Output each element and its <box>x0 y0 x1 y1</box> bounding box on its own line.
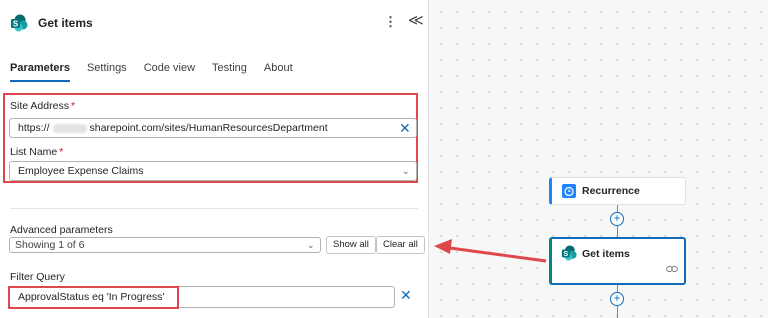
clock-icon <box>562 184 576 198</box>
list-name-label: List Name * <box>10 146 63 158</box>
panel-header: S Get items <box>10 12 93 34</box>
section-divider <box>10 208 418 209</box>
flow-designer-canvas[interactable]: Recurrence + S Get items + <box>429 0 768 318</box>
chevron-down-icon: ⌄ <box>402 166 410 176</box>
svg-text:S: S <box>13 20 19 29</box>
site-address-value-prefix: https:// <box>18 122 50 134</box>
tab-settings[interactable]: Settings <box>87 62 127 82</box>
recurrence-title: Recurrence <box>582 185 640 197</box>
list-name-value: Employee Expense Claims <box>18 165 144 177</box>
tab-bar: Parameters Settings Code view Testing Ab… <box>10 62 310 82</box>
redacted-tenant <box>52 123 87 133</box>
link-icon <box>666 260 678 278</box>
more-options-icon[interactable]: ⋮ <box>384 15 397 29</box>
advanced-parameters-label: Advanced parameters <box>10 224 113 236</box>
clear-site-address-icon[interactable]: ✕ <box>399 121 411 135</box>
action-config-panel: S Get items ⋮ ≪ Parameters Settings Code… <box>0 0 429 318</box>
tab-parameters[interactable]: Parameters <box>10 62 70 82</box>
site-address-label-text: Site Address <box>10 100 69 112</box>
list-name-dropdown[interactable]: Employee Expense Claims <box>9 161 417 181</box>
site-address-input[interactable]: https:// sharepoint.com/sites/HumanResour… <box>9 118 417 138</box>
clear-all-button[interactable]: Clear all <box>376 236 425 254</box>
sharepoint-icon: S <box>561 245 577 266</box>
chevron-down-icon: ⌄ <box>307 240 315 250</box>
required-marker: * <box>70 100 76 112</box>
get-items-title: Get items <box>582 248 630 260</box>
collapse-panel-icon[interactable]: ≪ <box>408 13 424 29</box>
add-step-icon[interactable]: + <box>610 212 624 226</box>
advanced-parameters-dropdown[interactable]: Showing 1 of 6 <box>9 237 321 253</box>
add-step-icon[interactable]: + <box>610 292 624 306</box>
required-marker: * <box>59 146 64 158</box>
sharepoint-icon: S <box>10 14 28 32</box>
highlight-box-filter <box>8 286 179 309</box>
flow-node-recurrence[interactable]: Recurrence <box>549 177 686 205</box>
annotation-arrow <box>434 239 547 263</box>
tab-testing[interactable]: Testing <box>212 62 247 82</box>
svg-text:S: S <box>564 250 569 258</box>
list-name-label-text: List Name <box>10 146 58 158</box>
advanced-parameters-value: Showing 1 of 6 <box>15 239 85 251</box>
site-address-label: Site Address * <box>10 100 75 112</box>
site-address-value-suffix: sharepoint.com/sites/HumanResourcesDepar… <box>89 122 328 134</box>
clear-filter-query-icon[interactable]: ✕ <box>400 288 412 302</box>
tab-code-view[interactable]: Code view <box>144 62 195 82</box>
panel-title: Get items <box>38 16 93 30</box>
filter-query-label: Filter Query <box>10 271 65 283</box>
show-all-button[interactable]: Show all <box>326 236 376 254</box>
flow-node-get-items[interactable]: S Get items <box>549 237 686 285</box>
tab-about[interactable]: About <box>264 62 293 82</box>
